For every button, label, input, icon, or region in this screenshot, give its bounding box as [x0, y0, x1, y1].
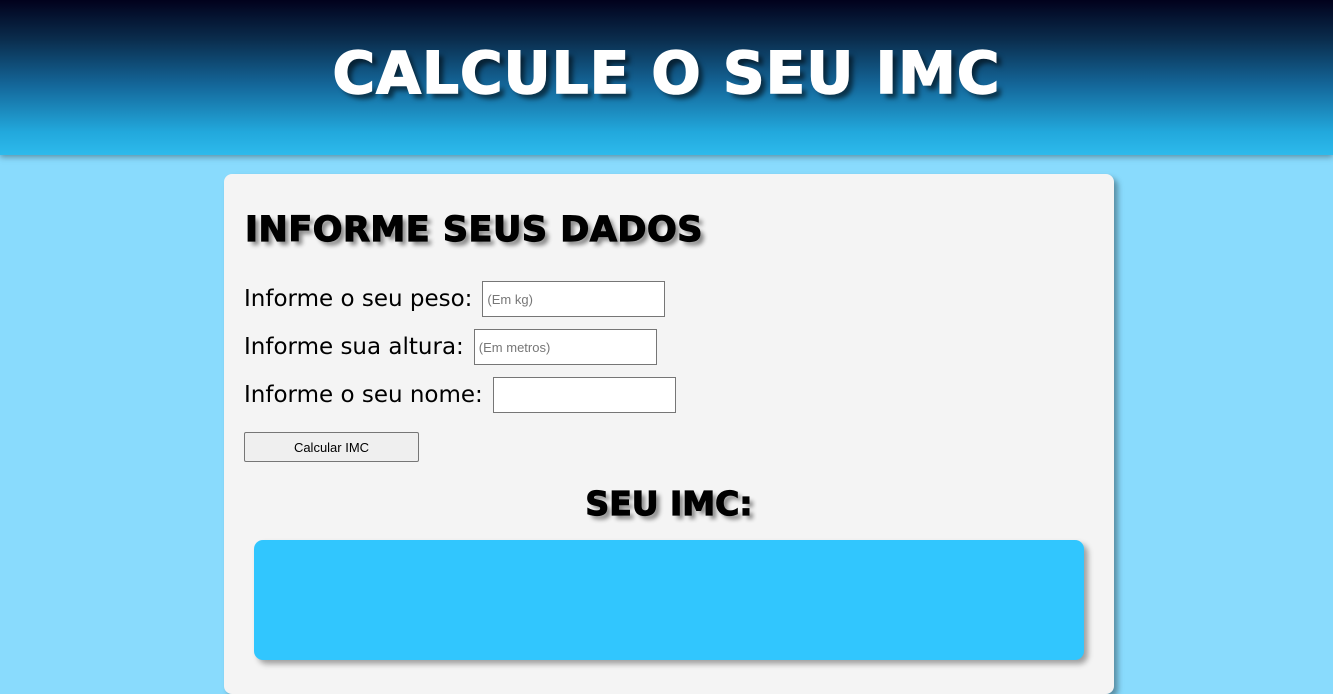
name-row: Informe o seu nome:: [244, 377, 676, 413]
form-heading: INFORME SEUS DADOS: [244, 209, 703, 250]
page-title: CALCULE O SEU IMC: [332, 38, 1001, 108]
result-heading: SEU IMC:: [585, 483, 753, 523]
weight-input[interactable]: [482, 281, 666, 317]
name-input[interactable]: [492, 377, 676, 413]
imc-form-card: INFORME SEUS DADOS Informe o seu peso: I…: [224, 174, 1114, 694]
height-input[interactable]: [473, 329, 657, 365]
weight-row: Informe o seu peso:: [244, 281, 666, 317]
result-box: [254, 540, 1084, 660]
weight-label: Informe o seu peso:: [244, 286, 473, 312]
calculate-imc-button[interactable]: Calcular IMC: [244, 432, 419, 462]
height-label: Informe sua altura:: [244, 334, 464, 360]
height-row: Informe sua altura:: [244, 329, 657, 365]
name-label: Informe o seu nome:: [244, 382, 483, 408]
page-header: CALCULE O SEU IMC: [0, 0, 1333, 155]
